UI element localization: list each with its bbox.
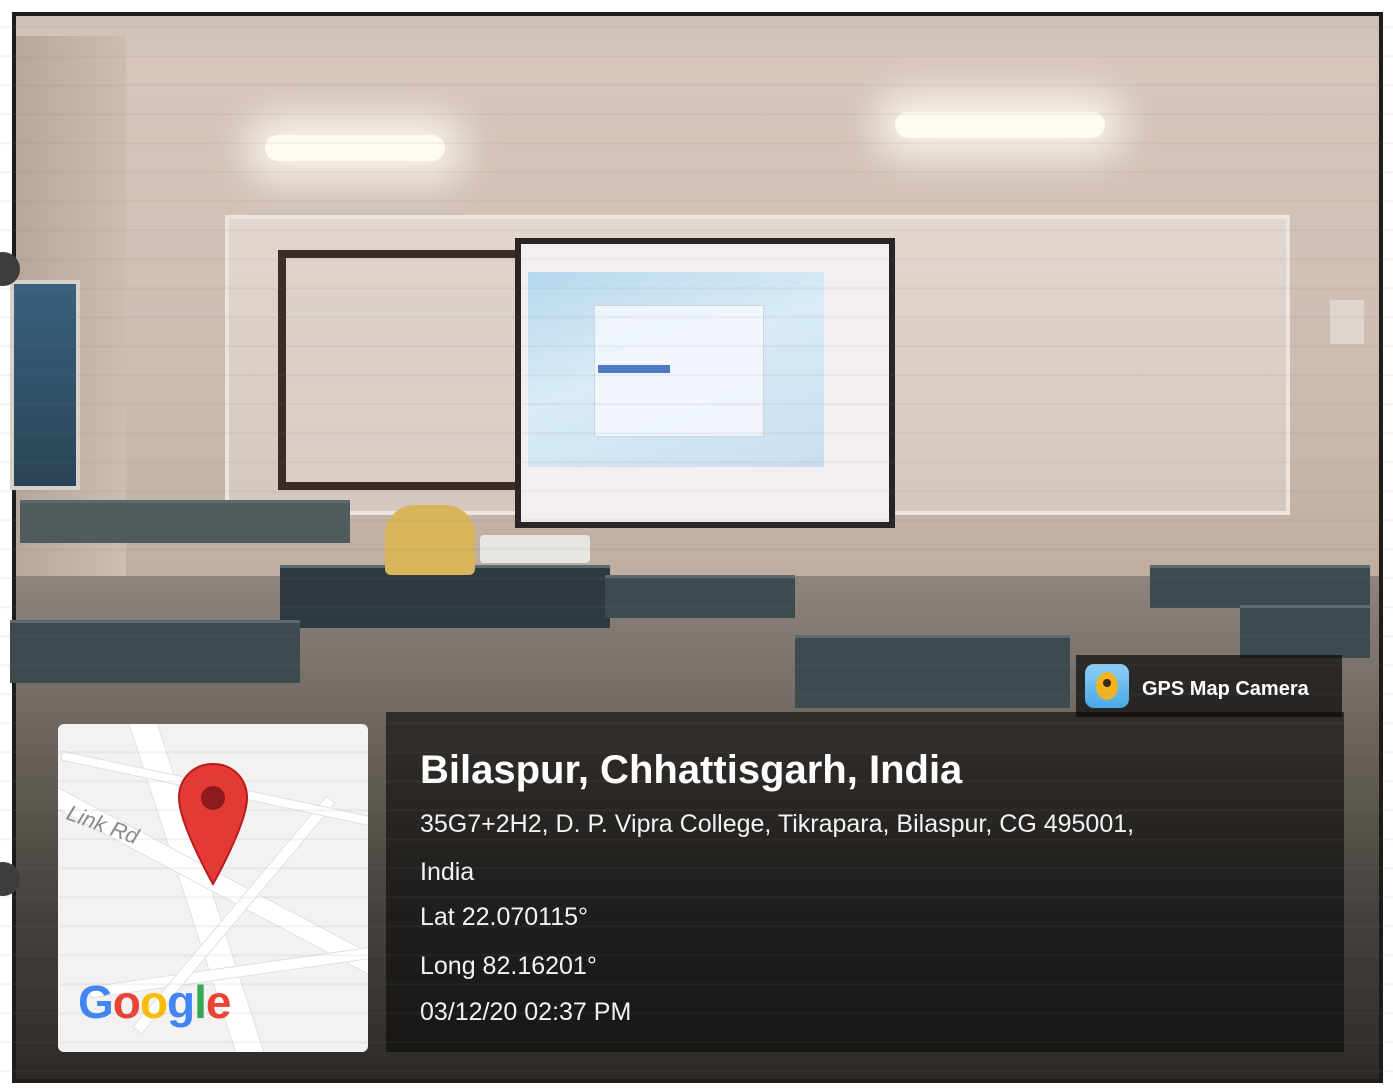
pin-center <box>201 786 225 810</box>
desk <box>1240 605 1370 658</box>
desk <box>1150 565 1370 608</box>
pin-body <box>177 762 249 886</box>
address-title: Bilaspur, Chhattisgarh, India <box>420 748 963 792</box>
badge-label: GPS Map Camera <box>1142 678 1309 700</box>
tube-light <box>895 112 1105 138</box>
desk <box>20 500 350 543</box>
logo-letter: o <box>112 976 141 1028</box>
map-pin-icon <box>1085 664 1129 708</box>
location-pin-icon <box>177 762 249 886</box>
logo-letter: l <box>194 976 207 1028</box>
desk <box>795 635 1070 708</box>
address-line: 35G7+2H2, D. P. Vipra College, Tikrapara… <box>420 810 1135 838</box>
chair <box>385 505 475 575</box>
timestamp-text: 03/12/20 02:37 PM <box>420 998 632 1026</box>
latitude-text: Lat 22.070115° <box>420 903 589 931</box>
tube-light <box>265 135 445 161</box>
logo-letter: g <box>167 976 195 1028</box>
desk <box>605 575 795 618</box>
projected-dialog-bar <box>598 365 670 373</box>
projector <box>480 535 590 563</box>
address-line: India <box>420 858 475 886</box>
logo-letter: e <box>205 976 232 1028</box>
logo-letter: o <box>139 976 168 1028</box>
logo-letter: G <box>78 976 114 1028</box>
desk <box>10 620 300 683</box>
window <box>10 280 80 490</box>
board-frame <box>278 250 533 490</box>
pin-dot <box>1103 679 1111 687</box>
longitude-text: Long 82.16201° <box>420 952 597 980</box>
wall-outlet <box>1330 300 1364 344</box>
google-logo: Google <box>78 975 232 1029</box>
